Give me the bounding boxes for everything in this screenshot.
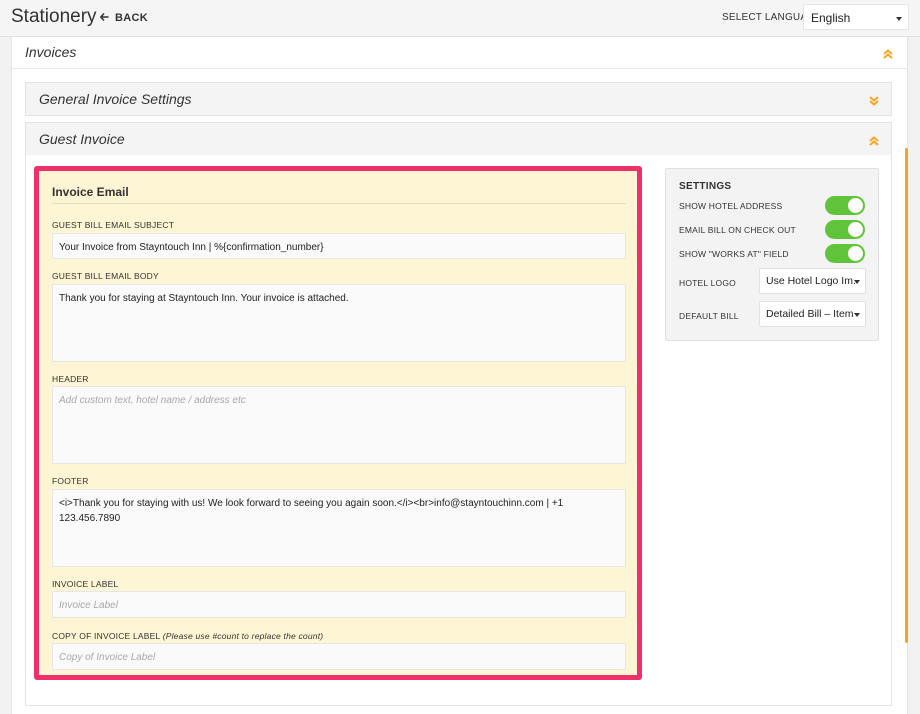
show-works-at-label: SHOW "WORKS AT" FIELD — [679, 249, 789, 259]
show-hotel-address-toggle[interactable] — [825, 196, 865, 215]
invoice-email-form: Invoice Email GUEST BILL EMAIL SUBJECT Y… — [34, 166, 642, 680]
header-label: HEADER — [52, 374, 89, 384]
footer-textarea[interactable]: <i>Thank you for staying with us! We loo… — [52, 489, 626, 567]
default-bill-value: Detailed Bill – Item — [766, 308, 854, 320]
invoice-label-input[interactable]: Invoice Label — [52, 591, 626, 618]
copy-invoice-label-label: COPY OF INVOICE LABEL (Please use #count… — [52, 631, 323, 641]
chevron-double-up-icon[interactable] — [868, 134, 880, 146]
arrow-left-icon — [99, 12, 109, 24]
caret-down-icon — [854, 313, 860, 317]
email-subject-label: GUEST BILL EMAIL SUBJECT — [52, 220, 175, 230]
show-hotel-address-label: SHOW HOTEL ADDRESS — [679, 201, 783, 211]
caret-down-icon — [854, 280, 860, 284]
guest-invoice-header[interactable]: Guest Invoice — [25, 122, 892, 156]
chevron-double-down-icon[interactable] — [868, 94, 880, 106]
invoices-header[interactable]: Invoices — [12, 37, 907, 69]
general-invoice-settings-title: General Invoice Settings — [39, 91, 192, 107]
hotel-logo-value: Use Hotel Logo Im. — [766, 275, 856, 287]
invoices-title: Invoices — [25, 44, 77, 60]
hotel-logo-select[interactable]: Use Hotel Logo Im. — [759, 268, 866, 294]
toggle-knob — [848, 198, 863, 213]
language-select[interactable]: English — [803, 4, 909, 30]
footer-label: FOOTER — [52, 476, 89, 486]
default-bill-select[interactable]: Detailed Bill – Item — [759, 301, 866, 327]
settings-title: SETTINGS — [679, 181, 732, 192]
back-button[interactable]: BACK — [99, 12, 148, 24]
top-bar: Stationery BACK SELECT LANGUAGE English — [0, 0, 920, 37]
general-invoice-settings-header[interactable]: General Invoice Settings — [25, 82, 892, 116]
back-button-label: BACK — [115, 12, 148, 24]
default-bill-label: DEFAULT BILL — [679, 311, 739, 321]
toggle-knob — [848, 222, 863, 237]
divider — [52, 203, 626, 204]
page-title: Stationery — [11, 6, 97, 27]
copy-invoice-label-input[interactable]: Copy of Invoice Label — [52, 643, 626, 670]
email-body-label: GUEST BILL EMAIL BODY — [52, 271, 159, 281]
caret-down-icon — [896, 17, 902, 21]
invoice-label-label: INVOICE LABEL — [52, 579, 119, 589]
show-works-at-toggle[interactable] — [825, 244, 865, 263]
copy-invoice-label-hint: (Please use #count to replace the count) — [162, 631, 324, 641]
header-textarea[interactable]: Add custom text, hotel name / address et… — [52, 386, 626, 464]
toggle-knob — [848, 246, 863, 261]
email-bill-checkout-toggle[interactable] — [825, 220, 865, 239]
guest-invoice-title: Guest Invoice — [39, 131, 125, 147]
hotel-logo-label: HOTEL LOGO — [679, 278, 736, 288]
language-value: English — [811, 11, 851, 25]
email-subject-input[interactable]: Your Invoice from Stayntouch Inn | %{con… — [52, 233, 626, 259]
copy-invoice-label-text: COPY OF INVOICE LABEL — [52, 631, 161, 641]
invoice-email-title: Invoice Email — [52, 185, 129, 199]
scrollbar[interactable] — [905, 148, 908, 643]
settings-panel: SETTINGS SHOW HOTEL ADDRESS EMAIL BILL O… — [665, 168, 879, 341]
email-body-textarea[interactable]: Thank you for staying at Stayntouch Inn.… — [52, 284, 626, 362]
email-bill-checkout-label: EMAIL BILL ON CHECK OUT — [679, 225, 796, 235]
chevron-double-up-icon[interactable] — [882, 47, 894, 59]
